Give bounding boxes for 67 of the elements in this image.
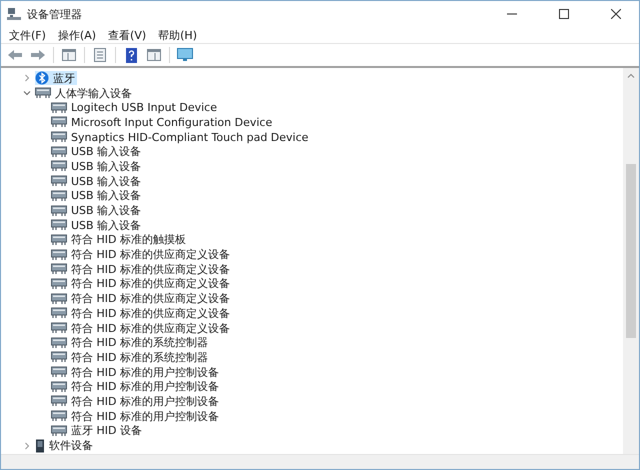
tree-item[interactable]: USB 输入设备 (51, 218, 144, 232)
tree-item[interactable]: 人体学输入设备 (35, 86, 134, 100)
tree-item[interactable]: 符合 HID 标准的供应商定义设备 (51, 248, 232, 262)
maximize-icon (559, 9, 569, 19)
tree-item[interactable]: 蓝牙 HID 设备 (51, 424, 144, 438)
input-device-icon (51, 322, 67, 334)
input-device-icon (51, 116, 67, 128)
close-icon (611, 9, 621, 19)
forward-arrow-icon (31, 50, 45, 60)
input-device-icon (51, 204, 67, 217)
input-device-icon (51, 410, 67, 422)
tree-item[interactable]: 符合 HID 标准的触摸板 (51, 232, 188, 247)
tree-item[interactable]: 符合 HID 标准的用户控制设备 (51, 380, 221, 394)
input-device-icon (51, 234, 67, 246)
chevron-icon[interactable] (23, 442, 31, 450)
tree-item[interactable]: USB 输入设备 (51, 159, 144, 174)
tree-item[interactable]: USB 输入设备 (51, 144, 144, 159)
input-device-icon (51, 292, 67, 305)
input-device-icon (51, 219, 67, 232)
input-device-icon (51, 380, 67, 393)
input-device-icon (51, 278, 67, 290)
tree-item[interactable]: 符合 HID 标准的供应商定义设备 (51, 321, 232, 336)
input-device-icon (51, 351, 67, 364)
chevron-icon[interactable] (23, 89, 31, 98)
scrollbar[interactable] (623, 68, 639, 454)
input-device-icon (51, 190, 67, 202)
scroll-up-icon[interactable] (627, 72, 635, 80)
tree-item[interactable]: USB 输入设备 (51, 174, 144, 188)
menu-item[interactable]: 操作(A) (52, 28, 102, 42)
input-device-icon (51, 366, 67, 378)
tree-item[interactable]: 符合 HID 标准的供应商定义设备 (51, 292, 232, 306)
input-device-icon (51, 131, 67, 144)
input-device-icon (51, 102, 67, 114)
tree-item[interactable]: Microsoft Input Configuration Device (51, 115, 274, 130)
input-device-icon (51, 175, 67, 188)
tree-item[interactable]: 符合 HID 标准的系统控制器 (51, 336, 210, 350)
chevron-icon[interactable] (23, 74, 31, 82)
tree-item[interactable]: USB 输入设备 (51, 188, 144, 203)
tree-item[interactable]: Synaptics HID-Compliant Touch pad Device (51, 130, 310, 144)
input-device-icon (51, 336, 67, 349)
computer-icon (7, 7, 21, 21)
tree-item[interactable]: 符合 HID 标准的用户控制设备 (51, 365, 221, 380)
input-device-icon (51, 424, 67, 437)
device-icon (35, 438, 45, 453)
input-device-icon (51, 146, 67, 158)
tree-item[interactable]: Logitech USB Input Device (51, 100, 219, 115)
menu-item[interactable]: 查看(V) (102, 28, 152, 42)
tree-item[interactable]: 符合 HID 标准的供应商定义设备 (51, 262, 232, 276)
tree-item[interactable]: 符合 HID 标准的用户控制设备 (51, 409, 221, 424)
tree-item[interactable]: 符合 HID 标准的系统控制器 (51, 350, 210, 364)
tree-item[interactable]: 软件设备 (35, 438, 95, 453)
input-device-icon (51, 263, 67, 276)
tree-item[interactable]: USB 输入设备 (51, 204, 144, 218)
tree-item[interactable]: 符合 HID 标准的供应商定义设备 (51, 276, 232, 291)
menu-item[interactable]: 帮助(H) (152, 28, 203, 42)
tree-item[interactable]: 符合 HID 标准的供应商定义设备 (51, 306, 232, 320)
window-title: 设备管理器 (27, 6, 83, 22)
tree-item[interactable]: 符合 HID 标准的用户控制设备 (51, 394, 221, 408)
input-device-icon (51, 248, 67, 261)
tree-item[interactable]: 蓝牙 (35, 71, 77, 86)
menu-item[interactable]: 文件(F) (3, 28, 52, 42)
input-device-icon (51, 307, 67, 320)
input-device-icon (51, 160, 67, 172)
bluetooth-icon (35, 71, 49, 86)
input-device-icon (35, 87, 51, 100)
back-arrow-icon (8, 50, 22, 60)
input-device-icon (51, 395, 67, 408)
